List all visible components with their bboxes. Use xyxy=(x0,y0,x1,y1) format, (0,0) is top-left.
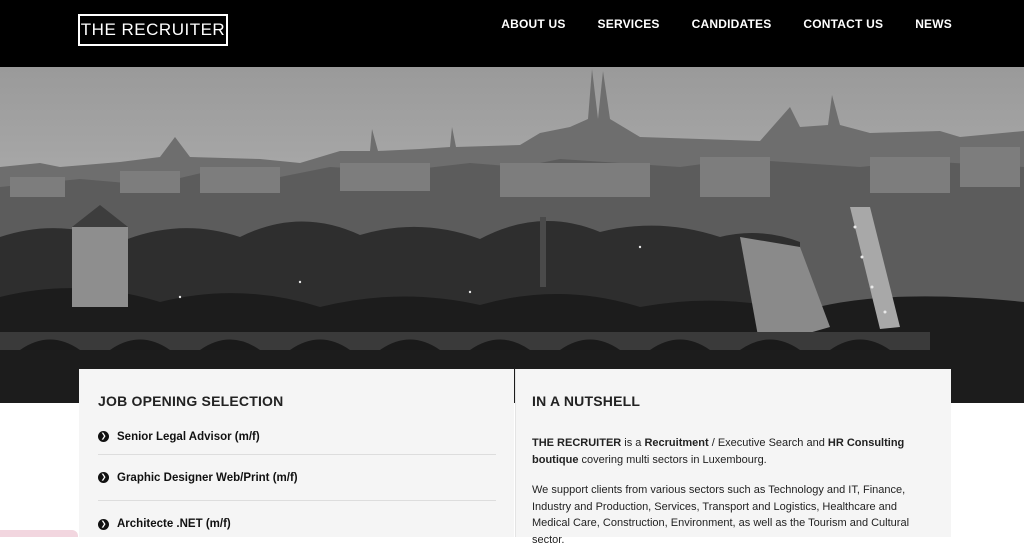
job-opening-title: JOB OPENING SELECTION xyxy=(98,393,284,409)
nutshell-title: IN A NUTSHELL xyxy=(532,393,641,409)
nav-news[interactable]: NEWS xyxy=(915,17,952,31)
nav-candidates[interactable]: CANDIDATES xyxy=(692,17,772,31)
nutshell-panel: IN A NUTSHELL THE RECRUITER is a Recruit… xyxy=(515,369,951,546)
intro-bold: Recruitment xyxy=(644,437,709,449)
job-title: Graphic Designer Web/Print (m/f) xyxy=(117,471,298,484)
job-opening-panel: JOB OPENING SELECTION ❯ Senior Legal Adv… xyxy=(79,369,514,537)
site-logo[interactable]: THE RECRUITER xyxy=(78,14,228,46)
intro-text: covering multi sectors in Luxembourg. xyxy=(578,453,767,466)
chevron-right-icon: ❯ xyxy=(98,472,109,483)
main-nav: ABOUT US SERVICES CANDIDATES CONTACT US … xyxy=(501,17,952,31)
brand-name: THE RECRUITER xyxy=(532,437,622,449)
nutshell-intro: THE RECRUITER is a Recruitment / Executi… xyxy=(532,435,931,468)
job-item[interactable]: ❯ Architecte .NET (m/f) xyxy=(98,501,496,547)
nav-contact-us[interactable]: CONTACT US xyxy=(803,17,883,31)
job-title: Senior Legal Advisor (m/f) xyxy=(117,430,260,443)
nav-services[interactable]: SERVICES xyxy=(598,17,660,31)
nutshell-sectors: We support clients from various sectors … xyxy=(532,484,910,546)
cookie-tab[interactable] xyxy=(0,530,78,537)
hero-image-city xyxy=(0,67,1024,403)
job-item[interactable]: ❯ Senior Legal Advisor (m/f) xyxy=(98,419,496,455)
city-skyline-illustration xyxy=(0,67,1024,403)
chevron-right-icon: ❯ xyxy=(98,431,109,442)
job-title: Architecte .NET (m/f) xyxy=(117,518,231,530)
nav-about-us[interactable]: ABOUT US xyxy=(501,17,565,31)
site-header: THE RECRUITER ABOUT US SERVICES CANDIDAT… xyxy=(0,0,1024,67)
job-item[interactable]: ❯ Graphic Designer Web/Print (m/f) xyxy=(98,455,496,501)
job-list: ❯ Senior Legal Advisor (m/f) ❯ Graphic D… xyxy=(98,419,496,547)
intro-text: / Executive Search and xyxy=(708,437,828,449)
chevron-right-icon: ❯ xyxy=(98,518,109,530)
intro-text: is a xyxy=(621,437,645,449)
